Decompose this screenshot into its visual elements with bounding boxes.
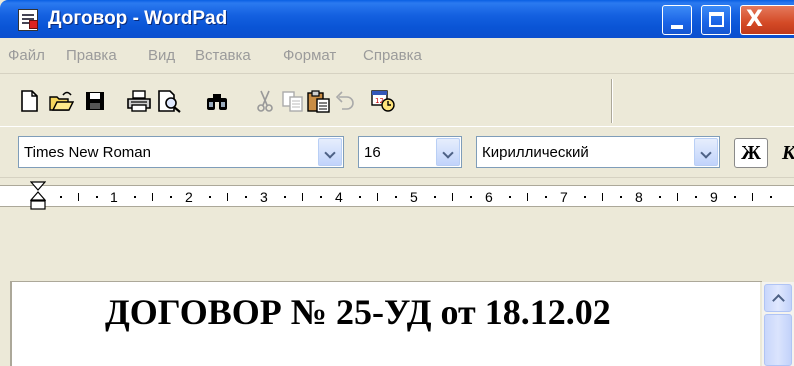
ruler-number: 7 xyxy=(560,189,568,205)
menu-file[interactable]: Файл xyxy=(8,47,45,64)
ruler-number: 4 xyxy=(335,189,343,205)
minimize-button[interactable] xyxy=(662,5,692,35)
menu-bar: Файл Правка Вид Вставка Формат Справка xyxy=(0,38,794,74)
font-size-select[interactable]: 16 xyxy=(358,136,462,168)
save-icon[interactable] xyxy=(82,89,108,113)
print-icon[interactable] xyxy=(126,89,152,113)
open-folder-icon[interactable] xyxy=(48,89,75,113)
ruler-number: 8 xyxy=(635,189,643,205)
standard-toolbar: 12 xyxy=(0,75,794,127)
script-select[interactable]: Кириллический xyxy=(476,136,720,168)
ruler-number: 2 xyxy=(185,189,193,205)
find-icon[interactable] xyxy=(204,89,230,113)
cut-icon[interactable] xyxy=(252,89,278,113)
menu-edit[interactable]: Правка xyxy=(66,47,117,64)
ruler-number: 1 xyxy=(110,189,118,205)
chevron-down-icon[interactable] xyxy=(436,138,460,166)
menu-insert[interactable]: Вставка xyxy=(195,47,251,64)
insert-datetime-icon[interactable]: 12 xyxy=(370,89,396,113)
script-value: Кириллический xyxy=(482,144,589,161)
maximize-button[interactable] xyxy=(701,5,731,35)
new-document-icon[interactable] xyxy=(16,89,42,113)
menu-format[interactable]: Формат xyxy=(283,47,336,64)
ruler-scale: 1 2 3 4 5 6 7 8 9 xyxy=(0,185,794,207)
menu-view[interactable]: Вид xyxy=(148,47,175,64)
close-button[interactable]: X xyxy=(740,5,794,35)
print-preview-icon[interactable] xyxy=(156,89,182,113)
format-bar: Times New Roman 16 Кириллический Ж К xyxy=(0,128,794,178)
chevron-down-icon[interactable] xyxy=(694,138,718,166)
copy-icon[interactable] xyxy=(280,89,306,113)
vertical-scrollbar[interactable] xyxy=(762,282,794,366)
ruler[interactable]: 1 2 3 4 5 6 7 8 9 xyxy=(0,179,794,219)
window-title: Договор - WordPad xyxy=(48,8,228,29)
chevron-down-icon[interactable] xyxy=(318,138,342,166)
document-heading[interactable]: ДОГОВОР № 25-УД от 18.12.02 xyxy=(105,291,611,333)
font-name-select[interactable]: Times New Roman xyxy=(18,136,344,168)
wordpad-app-icon[interactable] xyxy=(18,9,38,31)
scroll-thumb[interactable] xyxy=(764,314,792,366)
ruler-number: 5 xyxy=(410,189,418,205)
paste-icon[interactable] xyxy=(306,89,332,113)
close-icon: X xyxy=(746,7,763,32)
italic-button[interactable]: К xyxy=(782,142,794,165)
undo-icon[interactable] xyxy=(332,89,358,113)
minimize-icon xyxy=(671,25,683,29)
scroll-up-button[interactable] xyxy=(764,284,792,312)
ruler-number: 6 xyxy=(485,189,493,205)
font-name-value: Times New Roman xyxy=(24,144,151,161)
ruler-number: 9 xyxy=(710,189,718,205)
font-size-value: 16 xyxy=(364,144,381,161)
indent-marker-icon[interactable] xyxy=(30,181,46,221)
toolbar-separator xyxy=(611,79,613,123)
title-bar[interactable]: Договор - WordPad X xyxy=(0,0,794,38)
ruler-number: 3 xyxy=(260,189,268,205)
bold-button[interactable]: Ж xyxy=(734,138,768,168)
maximize-icon xyxy=(709,12,724,27)
menu-help[interactable]: Справка xyxy=(363,47,422,64)
